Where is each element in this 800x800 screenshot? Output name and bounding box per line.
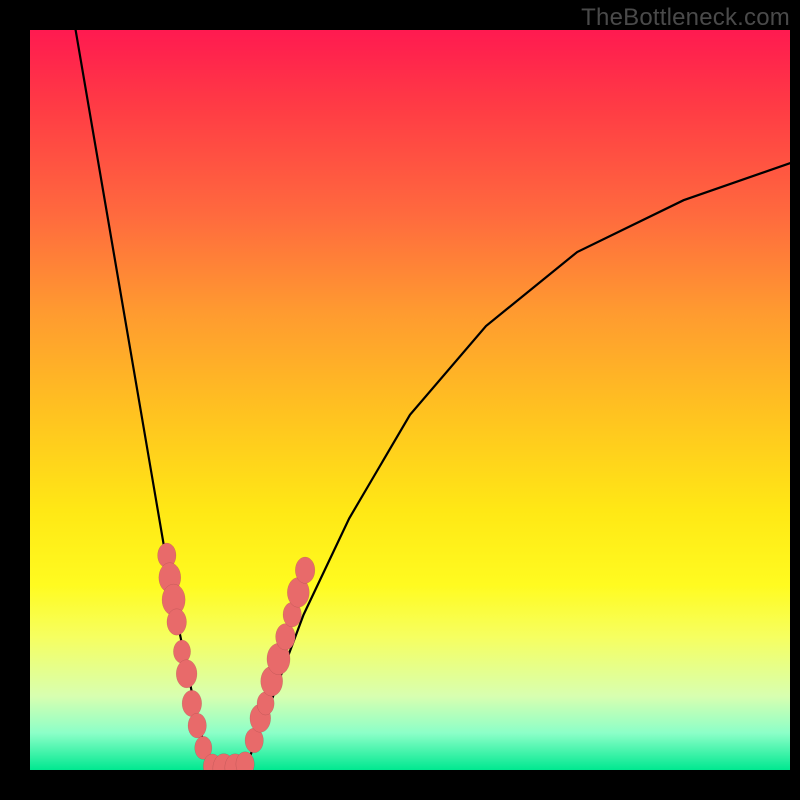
bead-left — [176, 660, 197, 688]
chart-svg — [30, 30, 790, 770]
bead-left — [188, 713, 206, 738]
bead-right — [276, 624, 296, 650]
bead-left — [182, 690, 202, 716]
plot-area — [30, 30, 790, 770]
bead-left — [167, 609, 187, 635]
watermark-text: TheBottleneck.com — [581, 4, 790, 32]
beads-group — [158, 543, 315, 770]
bead-right — [295, 557, 315, 583]
outer-frame: TheBottleneck.com — [0, 0, 800, 800]
